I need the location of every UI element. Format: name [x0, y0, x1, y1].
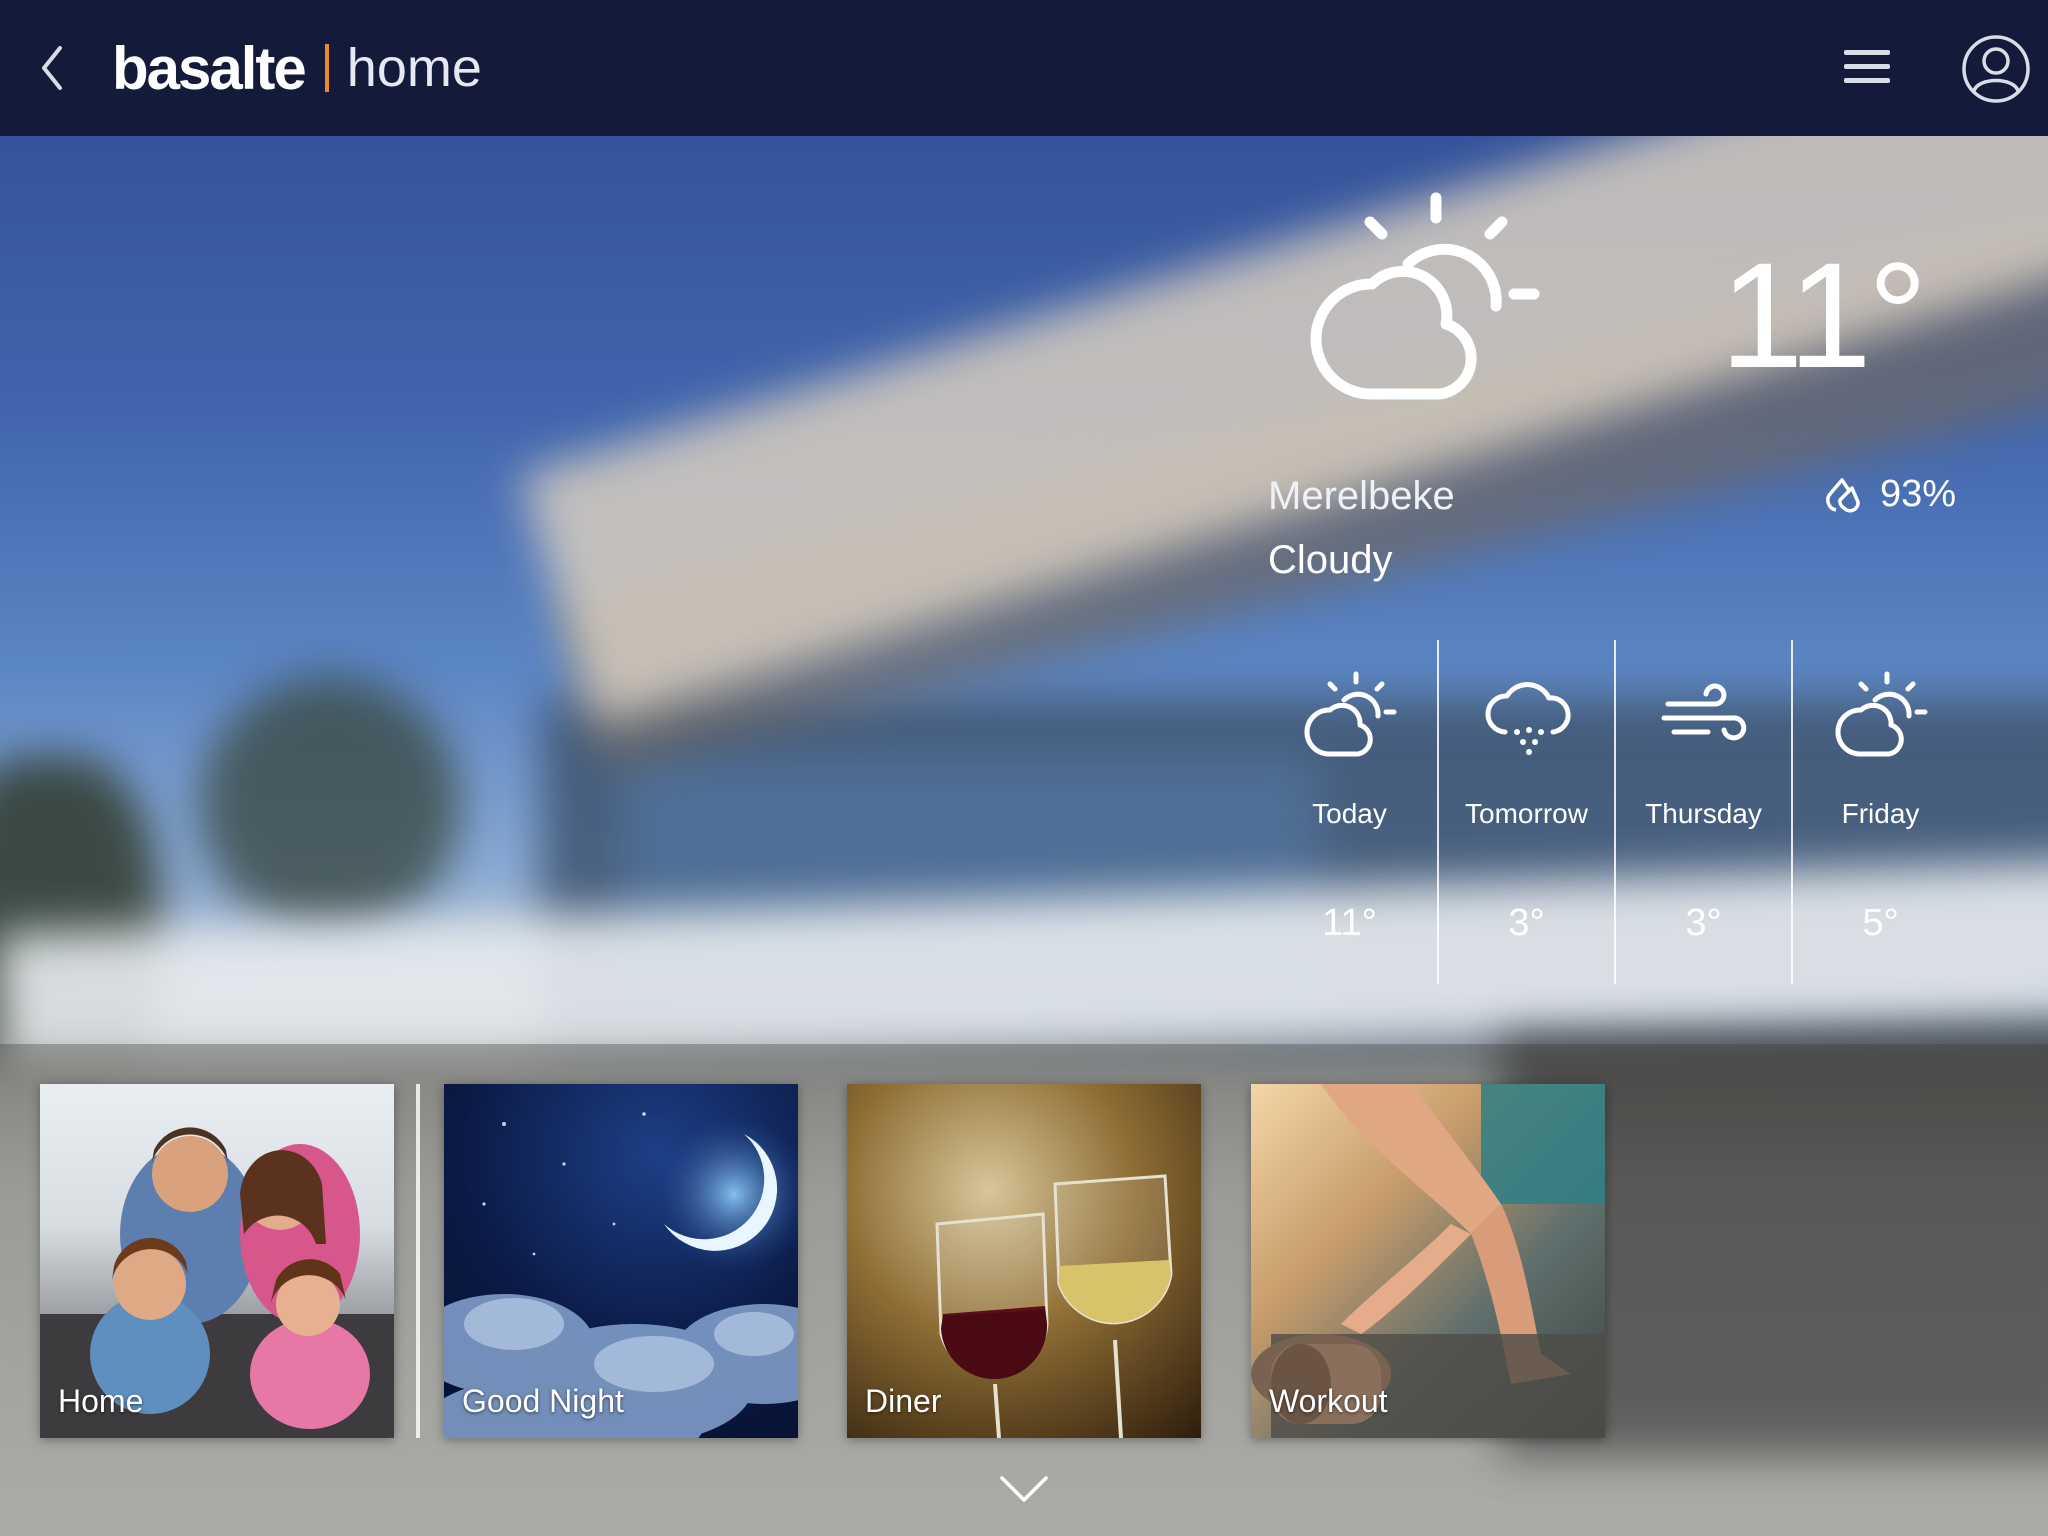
partly-cloudy-icon [1835, 671, 1927, 757]
brand-name: basalte [112, 34, 307, 102]
forecast-day-name: Friday [1841, 798, 1920, 829]
current-temperature: 11° [1720, 231, 1928, 399]
scene-label: Good Night [462, 1383, 624, 1419]
forecast-day-name: Tomorrow [1465, 798, 1588, 829]
scroll-down-button[interactable] [998, 1474, 1050, 1504]
forecast-strip: Today 11° Tomorrow 3° Thursday 3° Friday… [1262, 640, 1968, 984]
chevron-down-icon [1000, 1476, 1048, 1502]
page-title: home [346, 38, 482, 98]
user-icon [1962, 35, 2030, 103]
partly-cloudy-icon [1304, 671, 1396, 757]
scene-tile-good-night[interactable]: Good Night [444, 1084, 798, 1438]
scene-label: Diner [865, 1383, 942, 1419]
scene-tile-diner[interactable]: Diner [847, 1084, 1201, 1438]
menu-button[interactable] [1840, 46, 1896, 90]
forecast-day[interactable]: Thursday 3° [1614, 640, 1791, 984]
wind-icon [1661, 683, 1746, 741]
back-button[interactable] [30, 38, 76, 98]
top-bar: basalte home [0, 0, 2048, 136]
forecast-day-temp: 3° [1685, 902, 1722, 944]
brand-divider [324, 44, 329, 92]
forecast-day[interactable]: Tomorrow 3° [1437, 640, 1614, 984]
forecast-day-temp: 5° [1862, 902, 1899, 944]
scene-tile-home[interactable]: Home [40, 1084, 394, 1438]
humidity-icon [1826, 478, 1860, 513]
snow-cloud-icon [1484, 682, 1571, 755]
forecast-day-temp: 11° [1322, 902, 1377, 944]
location-name: Merelbeke [1268, 474, 1455, 518]
tile-divider [416, 1084, 420, 1438]
forecast-day-name: Today [1312, 798, 1387, 829]
brand-logo: basalte home [112, 30, 482, 106]
hamburger-menu-icon [1844, 50, 1890, 83]
chevron-left-icon [42, 46, 62, 90]
partly-cloudy-icon [1310, 192, 1540, 400]
scene-label: Workout [1269, 1383, 1388, 1419]
weather-condition: Cloudy [1268, 538, 1393, 582]
forecast-day[interactable]: Friday 5° [1791, 640, 1968, 984]
humidity-value: 93% [1880, 472, 1957, 515]
forecast-day[interactable]: Today 11° [1262, 640, 1437, 984]
humidity-readout: 93% [1822, 472, 1956, 516]
user-profile-button[interactable] [1960, 33, 2032, 105]
scene-label: Home [58, 1383, 144, 1419]
forecast-day-temp: 3° [1508, 902, 1545, 944]
forecast-day-name: Thursday [1645, 798, 1762, 829]
scene-tile-workout[interactable]: Workout [1251, 1084, 1605, 1438]
